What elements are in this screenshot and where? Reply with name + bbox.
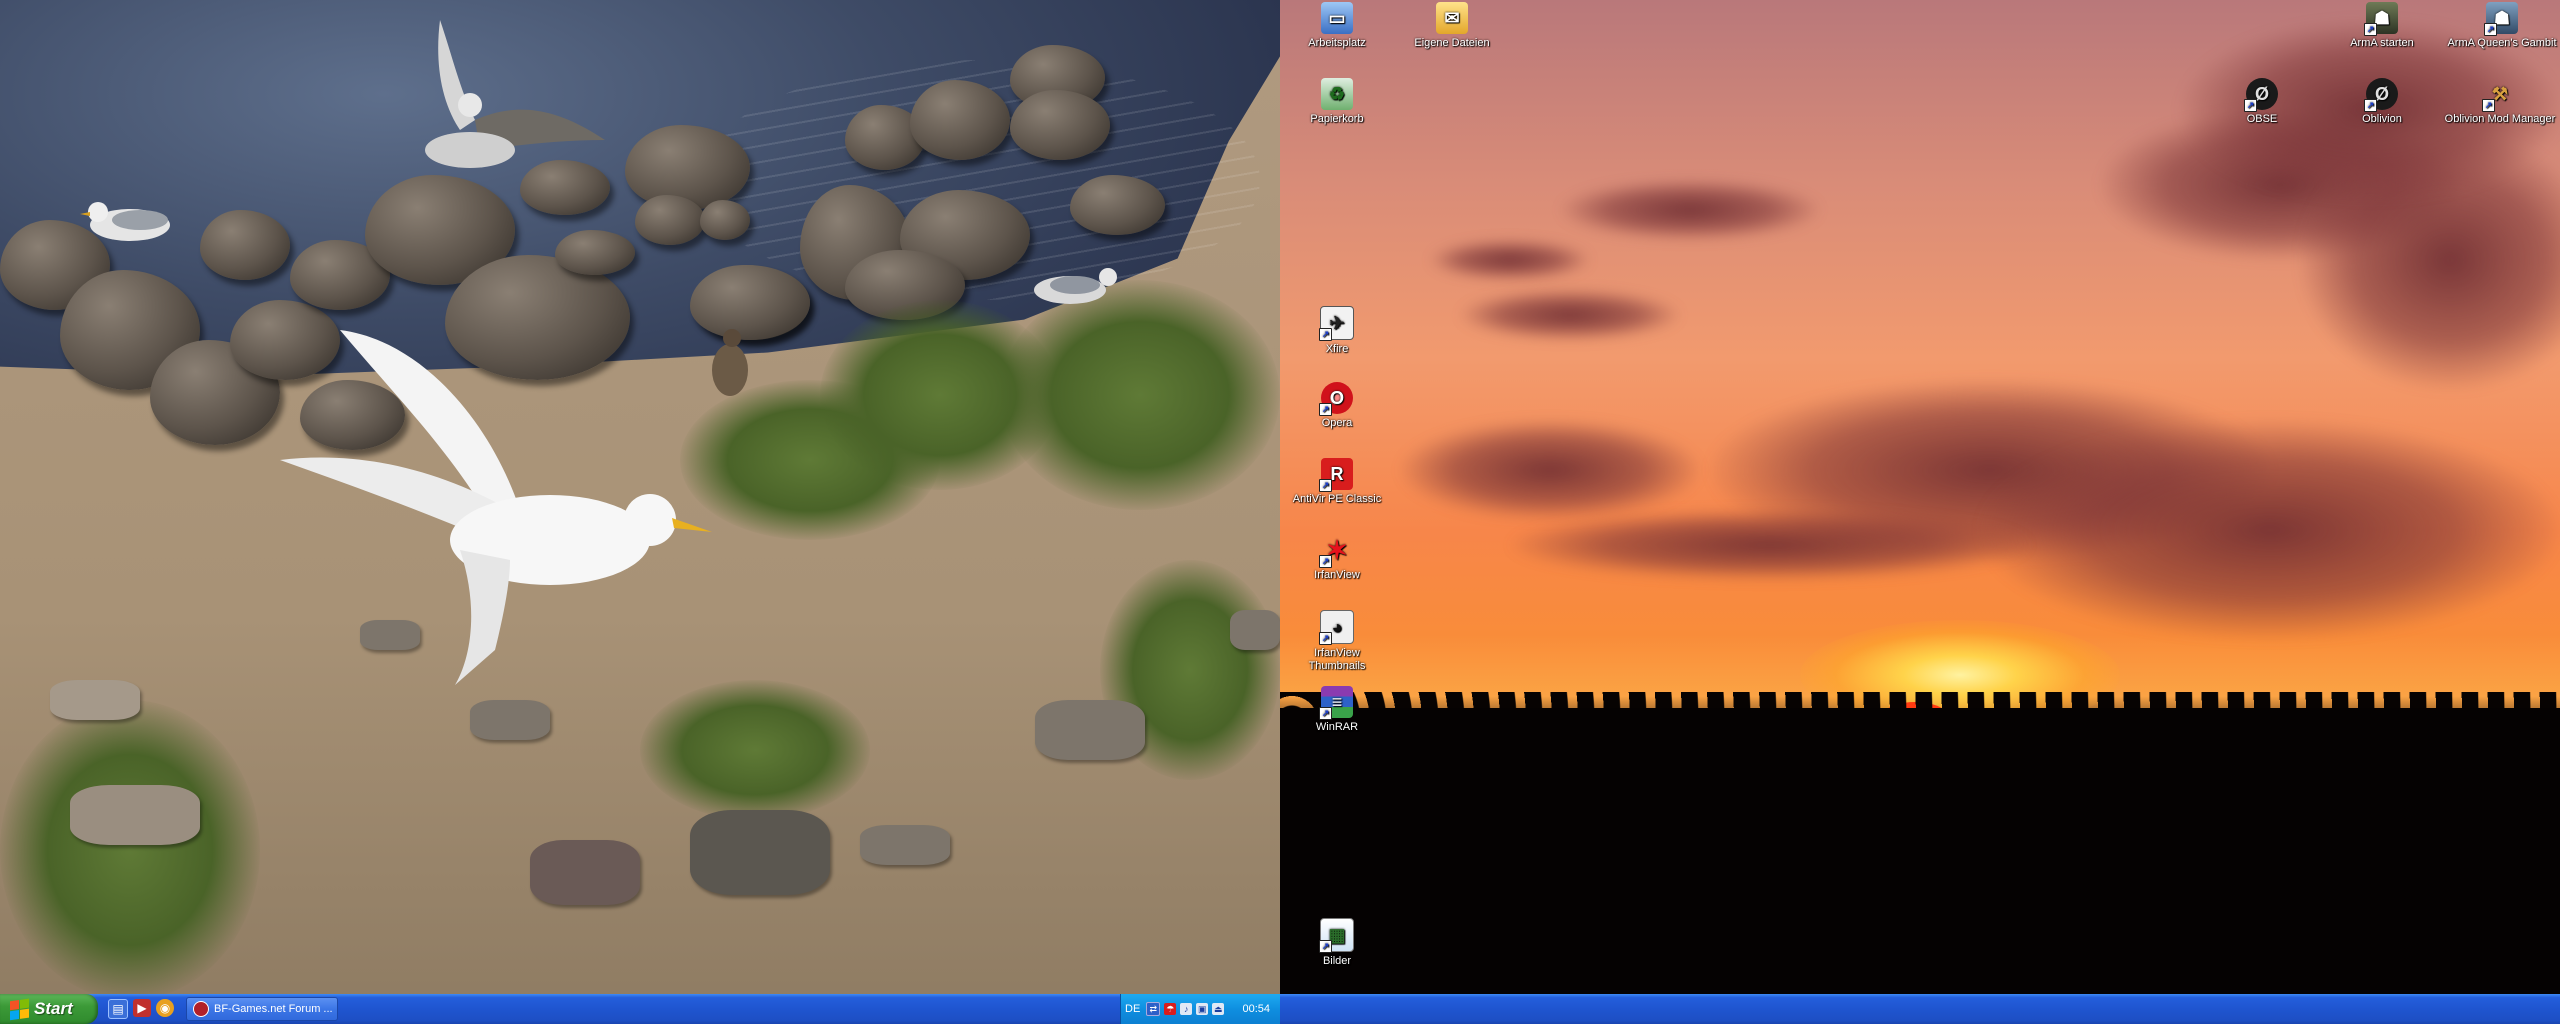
taskbar-button-bf-games-forum[interactable]: BF-Games.net Forum ... <box>186 997 338 1021</box>
seagull-on-shore <box>1034 268 1117 304</box>
stone <box>470 700 550 740</box>
dark-field <box>1280 708 2560 1024</box>
rock <box>910 80 1010 160</box>
winrar-icon: ≡ ↗ <box>1319 686 1353 720</box>
rock <box>200 210 290 280</box>
rock <box>700 200 750 240</box>
desktop-icon-irfanview-thumbnails[interactable]: ◕ ↗ IrfanView Thumbnails <box>1289 610 1385 673</box>
browser-icon[interactable]: ◉ <box>156 999 174 1017</box>
opera-icon <box>193 1001 209 1017</box>
rock <box>625 125 750 210</box>
display-icon[interactable]: ▣ <box>1196 1003 1209 1015</box>
flying-seagull <box>280 330 712 685</box>
opera-icon: O ↗ <box>1319 382 1353 416</box>
irfanview-icon: ✶ ↗ <box>1319 534 1353 568</box>
desktop-icon-antivir[interactable]: R ↗ AntiVir PE Classic <box>1289 458 1385 506</box>
rock <box>1070 175 1165 235</box>
right-monitor-wallpaper <box>1280 0 2560 1024</box>
desktop-icon-xfire[interactable]: ✈ ↗ Xfire <box>1289 306 1385 356</box>
cloud <box>1980 420 2560 640</box>
left-monitor-wallpaper <box>0 0 1280 1024</box>
irfanview-thumbnails-icon: ◕ ↗ <box>1319 610 1354 645</box>
cloud <box>1400 420 1700 520</box>
quick-launch-bar: ▤ ▶ ◉ <box>108 999 174 1019</box>
desktop-icon-papierkorb[interactable]: ♻ Papierkorb <box>1289 78 1385 126</box>
system-tray: DE ⇄ ☂ ♪ ▣ ⏏ 00:54 <box>1120 994 1280 1024</box>
stone <box>70 785 200 845</box>
show-desktop-icon[interactable]: ▤ <box>108 999 128 1019</box>
stone <box>1035 700 1145 760</box>
network-icon[interactable]: ⇄ <box>1146 1002 1161 1016</box>
stone <box>530 840 640 905</box>
cloud <box>1510 510 2030 580</box>
desktop-icon-winrar[interactable]: ≡ ↗ WinRAR <box>1289 686 1385 734</box>
my-computer-icon: ▭ <box>1321 2 1353 34</box>
volume-icon[interactable]: ♪ <box>1180 1003 1193 1015</box>
desktop-icon-oblivion-mod-manager[interactable]: ⚒ ↗ Oblivion Mod Manager <box>2440 78 2560 126</box>
my-documents-icon: ✉ <box>1436 2 1468 34</box>
obse-icon: Ø ↗ <box>2244 78 2278 112</box>
duck <box>712 329 748 396</box>
cloud <box>1460 290 1680 340</box>
arma-icon: ☗ ↗ <box>2364 2 2398 36</box>
media-player-icon[interactable]: ▶ <box>133 999 151 1017</box>
language-indicator[interactable]: DE <box>1125 1003 1140 1015</box>
desktop-icon-arbeitsplatz[interactable]: ▭ Arbeitsplatz <box>1289 2 1385 50</box>
stone <box>860 825 950 865</box>
cloud <box>1430 240 1590 280</box>
cloud <box>1560 180 1820 240</box>
oblivion-mod-manager-icon: ⚒ ↗ <box>2482 78 2516 112</box>
antivir-icon: R ↗ <box>1319 458 1353 492</box>
stone <box>1230 610 1280 650</box>
antivirus-tray-icon[interactable]: ☂ <box>1164 1003 1177 1015</box>
grass-patch <box>640 680 870 820</box>
desktop-icon-arma-queens-gambit[interactable]: ☗ ↗ ArmA Queen's Gambit <box>2446 2 2558 50</box>
clock[interactable]: 00:54 <box>1242 1003 1270 1015</box>
desktop-icon-irfanview[interactable]: ✶ ↗ IrfanView <box>1289 534 1385 582</box>
oblivion-icon: Ø ↗ <box>2364 78 2398 112</box>
stone <box>690 810 830 895</box>
pictures-folder-icon: ▦ ↗ <box>1319 918 1354 953</box>
windows-logo-icon <box>10 998 29 1021</box>
desktop-icon-obse[interactable]: Ø ↗ OBSE <box>2214 78 2310 126</box>
desktop-icon-opera[interactable]: O ↗ Opera <box>1289 382 1385 430</box>
arma-queens-gambit-icon: ☗ ↗ <box>2484 2 2518 36</box>
recycle-bin-icon: ♻ <box>1321 78 1353 110</box>
seagull-landing <box>425 20 605 168</box>
desktop-icon-eigene-dateien[interactable]: ✉ Eigene Dateien <box>1404 2 1500 50</box>
xfire-icon: ✈ ↗ <box>1319 306 1354 341</box>
taskbar-secondary-monitor <box>1280 994 2560 1024</box>
rock <box>1010 90 1110 160</box>
stone <box>50 680 140 720</box>
rock <box>635 195 705 245</box>
start-button[interactable]: Start <box>0 994 98 1024</box>
desktop-icon-arma-starten[interactable]: ☗ ↗ ArmA starten <box>2334 2 2430 50</box>
safely-remove-icon[interactable]: ⏏ <box>1212 1003 1225 1015</box>
rock <box>555 230 635 275</box>
grass-patch <box>0 700 260 1000</box>
standing-seagull <box>80 202 170 241</box>
desktop-icon-oblivion[interactable]: Ø ↗ Oblivion <box>2334 78 2430 126</box>
taskbar: Start ▤ ▶ ◉ BF-Games.net Forum ... DE ⇄ … <box>0 994 2560 1024</box>
desktop-icon-bilder[interactable]: ▦ ↗ Bilder <box>1289 918 1385 968</box>
